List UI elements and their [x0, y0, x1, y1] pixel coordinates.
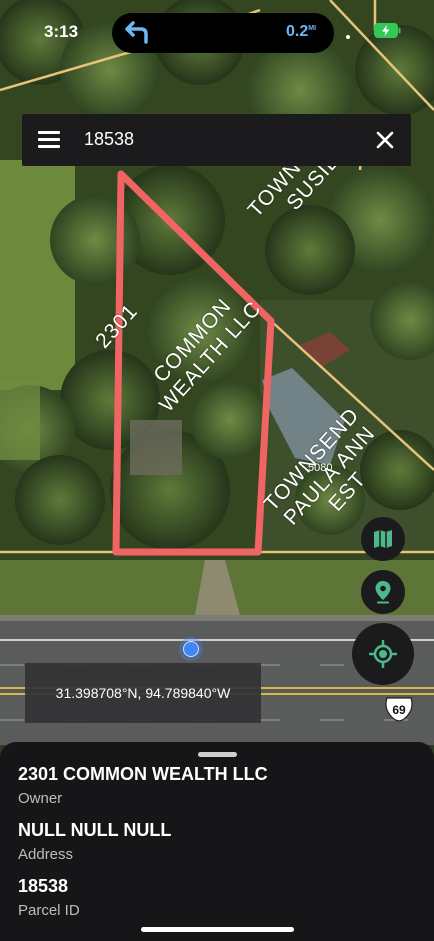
my-location-button[interactable] [352, 623, 414, 685]
parcel-id-label: Parcel ID [18, 902, 80, 919]
coordinates-readout: 31.398708°N, 94.789840°W [25, 663, 261, 723]
house-number-label: 5080 [308, 462, 333, 474]
parcel-id-value: 18538 [18, 876, 69, 896]
distance-unit: MI [308, 25, 317, 32]
drop-pin-button[interactable] [361, 570, 405, 614]
map-layers-icon [374, 530, 392, 548]
status-bar: 3:13 0.2MI [0, 0, 434, 60]
sheet-drag-handle[interactable] [198, 752, 237, 757]
location-pin-icon [375, 581, 391, 604]
search-input[interactable]: 18538 [84, 129, 134, 150]
status-dot [346, 35, 350, 39]
parcel-details-sheet[interactable]: 2301 COMMON WEALTH LLC Owner NULL NULL N… [0, 742, 434, 941]
navigation-distance: 0.2MI [286, 23, 316, 41]
owner-label: Owner [18, 790, 63, 807]
close-icon[interactable] [375, 130, 395, 150]
map-layers-button[interactable] [361, 517, 405, 561]
address-label: Address [18, 846, 74, 863]
home-indicator[interactable] [141, 927, 294, 932]
back-arrow-icon[interactable] [122, 20, 152, 46]
address-value: NULL NULL NULL [18, 820, 172, 840]
highway-number: 69 [392, 703, 406, 717]
search-bar: 18538 [22, 114, 411, 166]
us-highway-shield-icon: 69 [384, 696, 414, 722]
distance-value: 0.2 [286, 23, 309, 40]
battery-charging-icon [374, 23, 401, 38]
owner-value: 2301 COMMON WEALTH LLC [18, 764, 268, 784]
menu-icon[interactable] [38, 131, 60, 149]
my-location-icon [369, 640, 397, 668]
current-location-dot [179, 637, 203, 661]
clock: 3:13 [44, 22, 79, 41]
